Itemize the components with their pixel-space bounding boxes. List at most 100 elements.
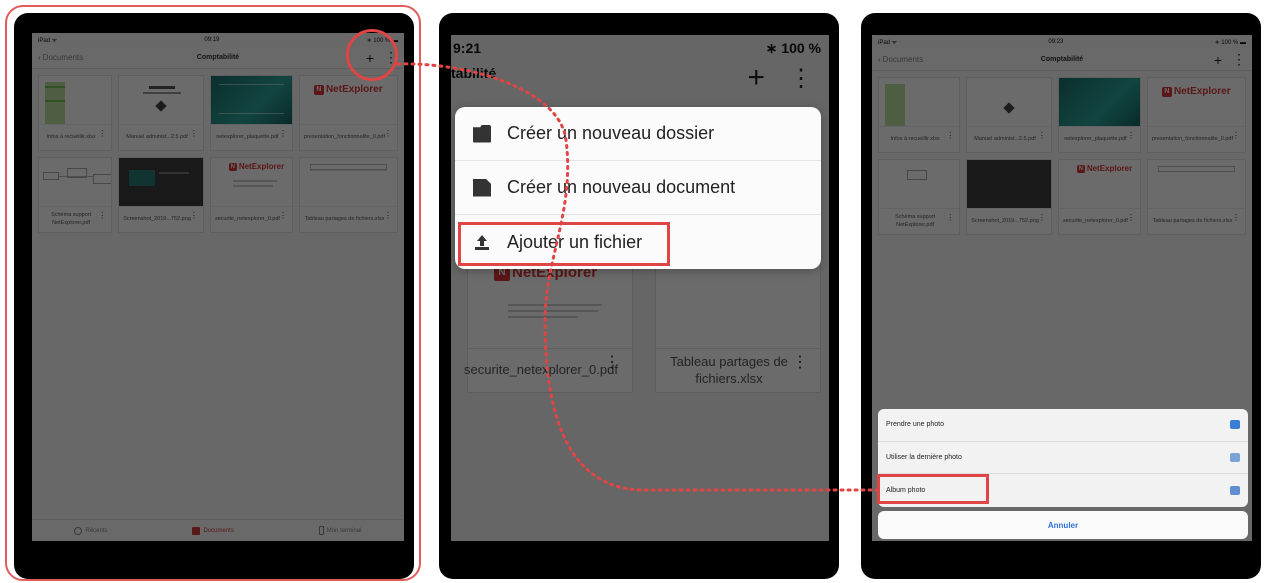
page-title: tabilité bbox=[451, 65, 497, 81]
file-name: presentation_fonctionnalite_0.pdf bbox=[303, 133, 385, 140]
more-icon[interactable]: ⋮ bbox=[946, 214, 954, 222]
device-label: iPad ᯤ bbox=[878, 40, 898, 46]
cancel-button[interactable]: Annuler bbox=[878, 511, 1248, 539]
menu-item-label: Créer un nouveau dossier bbox=[507, 123, 715, 143]
ipad-screen-1: iPad ᯤ 09:19 ∗ 100 % ▬ ‹ Documents Compt… bbox=[32, 33, 404, 541]
add-button[interactable]: + bbox=[747, 61, 765, 95]
grid-icon bbox=[192, 526, 201, 535]
menu-item-new-document[interactable]: Créer un nouveau document bbox=[455, 161, 821, 215]
file-tile[interactable]: N NetExplorer presentation_fonctionnalite… bbox=[1146, 77, 1246, 153]
menu-item-label: Créer un nouveau document bbox=[507, 177, 736, 197]
file-thumbnail bbox=[299, 158, 397, 206]
more-icon[interactable]: ⋮ bbox=[1232, 214, 1240, 222]
file-tile[interactable]: Manuel administ...2.5.pdf ⋮ bbox=[966, 77, 1052, 153]
file-thumbnail bbox=[879, 78, 960, 126]
file-thumbnail bbox=[39, 158, 112, 206]
menu-item-new-folder[interactable]: Créer un nouveau dossier bbox=[455, 107, 821, 161]
file-thumbnail bbox=[1058, 78, 1140, 126]
album-icon bbox=[1230, 485, 1240, 495]
file-tile[interactable]: Infos à recueillir.xlsx ⋮ bbox=[878, 77, 961, 153]
status-time: 09:23 bbox=[1048, 39, 1064, 45]
more-icon[interactable]: ⋮ bbox=[1232, 132, 1240, 140]
tab-label: Mon terminal bbox=[326, 527, 362, 534]
file-thumbnail: N NetExplorer bbox=[299, 76, 397, 124]
file-tile[interactable]: N NetExplorer presentation_fonctionnalit… bbox=[298, 75, 398, 151]
file-grid: Infos à recueillir.xlsx ⋮ Manuel administ… bbox=[872, 71, 1252, 241]
more-button[interactable]: ⋮ bbox=[1232, 51, 1246, 68]
status-bar: 9:21 ∗ 100 % bbox=[451, 35, 829, 61]
netexplorer-logo: N NetExplorer bbox=[1161, 86, 1231, 97]
file-name: Screenshot_2019...752.png bbox=[971, 217, 1039, 224]
more-icon[interactable]: ⋮ bbox=[946, 132, 954, 140]
file-thumbnail: N NetExplorer bbox=[210, 158, 292, 206]
action-last-photo[interactable]: Utiliser la dernière photo bbox=[878, 442, 1248, 475]
file-name: Screenshot_2019...752.png bbox=[123, 215, 191, 222]
file-name: securite_netexplorer_0.pdf bbox=[464, 362, 618, 378]
more-icon[interactable]: ⋮ bbox=[604, 354, 620, 370]
more-icon[interactable]: ⋮ bbox=[384, 212, 392, 220]
more-icon[interactable]: ⋮ bbox=[279, 212, 287, 220]
more-icon[interactable]: ⋮ bbox=[1038, 214, 1046, 222]
file-name: Schéma support NetExplorer.pdf bbox=[51, 212, 92, 226]
file-tile[interactable]: Screenshot_2019...752.png ⋮ bbox=[966, 159, 1052, 235]
status-time: 9:21 bbox=[453, 40, 482, 56]
document-add-icon bbox=[473, 178, 491, 197]
more-icon[interactable]: ⋮ bbox=[1038, 132, 1046, 140]
file-tile[interactable]: Screenshot_2019...752.png ⋮ bbox=[118, 157, 204, 233]
file-name: Infos à recueillir.xlsx bbox=[890, 135, 940, 142]
tab-documents[interactable]: Documents bbox=[192, 526, 234, 535]
file-thumbnail bbox=[967, 160, 1051, 208]
file-tile[interactable]: netexplorer_plaquette.pdf ⋮ bbox=[1057, 77, 1141, 153]
back-label: Documents bbox=[42, 53, 84, 62]
action-label: Utiliser la dernière photo bbox=[886, 453, 962, 461]
file-tile[interactable]: N NetExplorer securite_netexplorer_0.pdf… bbox=[209, 157, 293, 233]
file-tile[interactable]: N NetExplorer securite_netexplorer_0.pdf ⋮ bbox=[1057, 159, 1141, 235]
file-tile[interactable]: Manuel administ...2.5.pdf ⋮ bbox=[118, 75, 204, 151]
ipad-screen-3: iPad ᯤ 09:23 ∗ 100 % ▬ ‹ Documents Compt… bbox=[872, 35, 1252, 541]
file-thumbnail bbox=[119, 158, 203, 206]
action-label: Prendre une photo bbox=[886, 421, 944, 429]
more-icon[interactable]: ⋮ bbox=[98, 130, 106, 138]
back-button[interactable]: ‹ Documents bbox=[878, 55, 923, 64]
page-title: Comptabilité bbox=[1040, 56, 1084, 63]
more-icon[interactable]: ⋮ bbox=[279, 130, 287, 138]
file-tile[interactable]: Schéma support NetExplorer.pdf ⋮ bbox=[878, 159, 961, 235]
tab-recents[interactable]: Récents bbox=[74, 526, 108, 535]
add-button-highlight bbox=[346, 29, 398, 81]
more-icon[interactable]: ⋮ bbox=[98, 212, 106, 220]
file-name: Tableau partages de fichiers.xlsx bbox=[670, 353, 788, 386]
back-label: Documents bbox=[882, 55, 924, 64]
more-icon[interactable]: ⋮ bbox=[1127, 214, 1135, 222]
more-button[interactable]: ⋮ bbox=[789, 64, 813, 93]
more-icon[interactable]: ⋮ bbox=[190, 212, 198, 220]
folder-add-icon bbox=[473, 124, 491, 143]
file-name: netexplorer_plaquette.pdf bbox=[1064, 135, 1127, 142]
netexplorer-logo: N NetExplorer bbox=[313, 84, 383, 95]
add-file-highlight bbox=[458, 222, 670, 266]
more-icon[interactable]: ⋮ bbox=[384, 130, 392, 138]
tab-bar: Récents Documents Mon terminal bbox=[32, 519, 404, 541]
add-button[interactable]: + bbox=[1214, 52, 1222, 68]
file-tile[interactable]: Tableau partages de fichiers.xlsx ⋮ bbox=[298, 157, 398, 233]
netexplorer-logo: N NetExplorer bbox=[1076, 164, 1133, 173]
file-name: securite_netexplorer_0.pdf bbox=[214, 215, 280, 222]
tutorial-stage: iPad ᯤ 09:19 ∗ 100 % ▬ ‹ Documents Compt… bbox=[0, 0, 1267, 583]
photo-icon bbox=[1230, 452, 1240, 462]
status-bar: iPad ᯤ 09:23 ∗ 100 % ▬ bbox=[872, 35, 1252, 49]
file-tile[interactable]: netexplorer_plaquette.pdf ⋮ bbox=[209, 75, 293, 151]
file-tile[interactable]: Schéma support NetExplorer.pdf ⋮ bbox=[38, 157, 113, 233]
file-thumbnail bbox=[210, 76, 292, 124]
more-icon[interactable]: ⋮ bbox=[1127, 132, 1135, 140]
battery-indicator: ∗ 100 % bbox=[765, 39, 821, 56]
netexplorer-logo: N NetExplorer bbox=[228, 162, 285, 171]
file-thumbnail: N NetExplorer bbox=[1058, 160, 1140, 208]
file-tile[interactable]: Tableau partages de fichiers.xlsx ⋮ bbox=[1146, 159, 1246, 235]
file-thumbnail bbox=[879, 160, 960, 208]
more-icon[interactable]: ⋮ bbox=[792, 354, 808, 370]
more-icon[interactable]: ⋮ bbox=[190, 130, 198, 138]
tab-mon-terminal[interactable]: Mon terminal bbox=[318, 526, 362, 535]
status-time: 09:19 bbox=[204, 37, 220, 43]
file-tile[interactable]: Infos à recueillir.xlsx ⋮ bbox=[38, 75, 113, 151]
back-button[interactable]: ‹ Documents bbox=[38, 53, 83, 62]
action-take-photo[interactable]: Prendre une photo bbox=[878, 409, 1248, 442]
